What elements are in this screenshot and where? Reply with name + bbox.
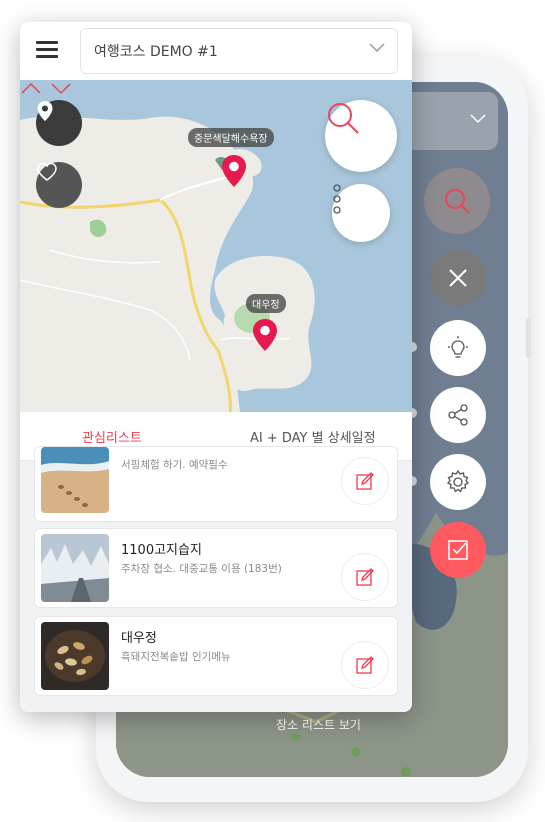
front-app-screen: 여행코스 DEMO #1 중문색달해수욕장 대우정 관심리스트 AI + DAY… xyxy=(20,22,412,712)
phone-side-button xyxy=(526,318,531,358)
interest-list: 서핑체험 하기. 예약필수 1100고지습지 주차장 협소. 대중교통 이용 (… xyxy=(20,446,412,712)
share-icon xyxy=(448,404,468,426)
top-bar: 여행코스 DEMO #1 xyxy=(20,22,412,80)
settings-button[interactable] xyxy=(430,454,486,510)
more-vertical-icon xyxy=(333,184,341,214)
recommend-button[interactable] xyxy=(430,320,486,376)
close-menu-button[interactable] xyxy=(430,250,486,306)
chevron-down-icon xyxy=(369,43,385,53)
list-item[interactable]: 대우정 흑돼지전복솥밥 인기메뉴 xyxy=(34,616,398,696)
close-icon xyxy=(449,269,467,287)
map-pin-icon[interactable] xyxy=(252,318,278,352)
item-title: 대우정 xyxy=(121,631,157,646)
item-subtitle: 흑돼지전복솥밥 인기메뉴 xyxy=(121,651,231,663)
place-thumbnail xyxy=(41,534,109,602)
tab-interest-list[interactable]: 관심리스트 xyxy=(82,427,142,446)
heart-icon xyxy=(37,162,57,181)
edit-button[interactable] xyxy=(341,641,389,689)
expand-collapse-icon[interactable] xyxy=(20,80,72,96)
search-icon xyxy=(445,189,470,214)
location-pin-icon xyxy=(37,101,53,121)
chevron-down-icon xyxy=(470,114,486,124)
map-view[interactable]: 중문색달해수욕장 대우정 xyxy=(20,80,412,412)
checklist-button[interactable] xyxy=(430,522,486,578)
more-options-button[interactable] xyxy=(332,184,390,242)
gear-icon xyxy=(446,469,470,493)
my-location-button[interactable] xyxy=(36,100,82,146)
tab-ai-day-schedule[interactable]: AI + DAY 별 상세일정 xyxy=(250,427,376,446)
place-thumbnail xyxy=(41,447,109,513)
search-icon xyxy=(328,103,359,134)
place-badge[interactable]: 중문색달해수욕장 xyxy=(188,128,274,147)
map-search-button[interactable] xyxy=(325,100,397,172)
place-badge[interactable]: 대우정 xyxy=(246,294,286,313)
edit-button[interactable] xyxy=(341,457,389,505)
edit-icon xyxy=(356,472,374,490)
hamburger-menu-icon[interactable] xyxy=(36,41,58,59)
place-thumbnail xyxy=(41,622,109,690)
checkbox-icon xyxy=(448,540,468,560)
course-select-label: 여행코스 DEMO #1 xyxy=(94,44,218,60)
item-subtitle: 서핑체험 하기. 예약필수 xyxy=(121,459,228,471)
back-search-button[interactable] xyxy=(424,168,490,234)
item-title: 1100고지습지 xyxy=(121,543,202,558)
course-select[interactable]: 여행코스 DEMO #1 xyxy=(80,28,398,74)
map-pin-icon[interactable] xyxy=(221,154,247,188)
share-button[interactable] xyxy=(430,387,486,443)
edit-button[interactable] xyxy=(341,553,389,601)
list-view-label[interactable]: 장소 리스트 보기 xyxy=(276,716,361,733)
edit-icon xyxy=(356,656,374,674)
edit-icon xyxy=(356,568,374,586)
list-item[interactable]: 서핑체험 하기. 예약필수 xyxy=(34,446,398,522)
item-subtitle: 주차장 협소. 대중교통 이용 (183번) xyxy=(121,563,282,575)
bulb-icon xyxy=(448,336,468,358)
list-item[interactable]: 1100고지습지 주차장 협소. 대중교통 이용 (183번) xyxy=(34,528,398,608)
favorite-button[interactable] xyxy=(36,162,82,208)
